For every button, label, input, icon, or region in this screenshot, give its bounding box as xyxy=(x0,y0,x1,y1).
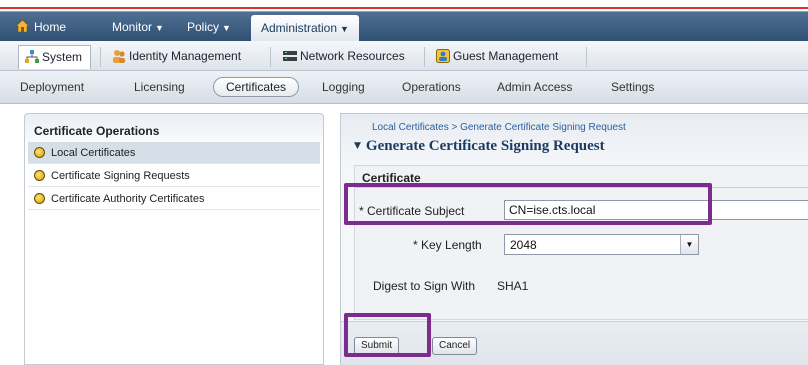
collapse-triangle-icon: ▼ xyxy=(354,141,361,151)
panel-title: Certificate Operations xyxy=(34,124,160,138)
highlight-box-subject xyxy=(344,183,712,225)
tab-licensing[interactable]: Licensing xyxy=(134,80,185,94)
highlight-box-submit xyxy=(344,313,431,357)
digest-value: SHA1 xyxy=(497,279,529,293)
tab-network-resources-label: Network Resources xyxy=(300,49,405,63)
top-nav-bar: Home Monitor ▼ Policy ▼ Administration ▼ xyxy=(0,11,808,42)
certificate-icon xyxy=(34,193,45,204)
tab-admin-access[interactable]: Admin Access xyxy=(497,80,572,94)
tab-identity-management-label: Identity Management xyxy=(129,49,242,63)
tab-system[interactable]: System xyxy=(18,45,92,69)
digest-label: Digest to Sign With xyxy=(373,279,476,293)
tab-network-resources[interactable]: Network Resources xyxy=(277,45,413,69)
cancel-button[interactable]: Cancel xyxy=(432,337,478,355)
top-accent-rule xyxy=(0,0,808,9)
key-length-select[interactable]: 2048 ▼ xyxy=(504,234,699,255)
certificate-icon xyxy=(34,147,45,158)
certificate-icon xyxy=(34,170,45,181)
chevron-down-icon: ▼ xyxy=(222,23,231,33)
sidebar-item-certificate-authority-certificates[interactable]: Certificate Authority Certificates xyxy=(28,188,320,210)
key-length-label: * Key Length xyxy=(413,238,482,252)
key-length-value: 2048 xyxy=(510,238,537,252)
page-title[interactable]: ▼ Generate Certificate Signing Request xyxy=(354,138,605,155)
nav-home[interactable]: Home xyxy=(15,12,67,42)
tab-certificates[interactable]: Certificates xyxy=(213,77,300,97)
sidebar-item-label: Certificate Authority Certificates xyxy=(51,193,205,205)
nav-administration[interactable]: Administration ▼ xyxy=(251,15,359,42)
breadcrumb[interactable]: Local Certificates > Generate Certificat… xyxy=(372,122,626,133)
guest-icon xyxy=(436,48,450,63)
chevron-down-icon: ▼ xyxy=(340,24,349,34)
certificate-operations-panel: Certificate Operations Local Certificate… xyxy=(24,113,324,365)
network-icon xyxy=(283,48,297,62)
identity-icon xyxy=(112,48,126,63)
tab-deployment[interactable]: Deployment xyxy=(20,80,84,94)
tab-divider xyxy=(270,47,271,67)
admin-tabs-bar: System Identity Management Network Resou… xyxy=(0,41,808,71)
tab-settings[interactable]: Settings xyxy=(611,80,654,94)
chevron-down-icon: ▼ xyxy=(155,23,164,33)
nav-monitor-label: Monitor xyxy=(112,20,153,34)
nav-administration-label: Administration xyxy=(261,21,338,35)
home-icon xyxy=(15,13,30,33)
nav-home-label: Home xyxy=(34,20,67,34)
tab-identity-management[interactable]: Identity Management xyxy=(106,45,249,69)
sidebar-item-label: Certificate Signing Requests xyxy=(51,170,190,182)
chevron-down-icon: ▼ xyxy=(680,235,698,254)
page-title-text: Generate Certificate Signing Request xyxy=(365,138,605,154)
system-tabs-bar: Deployment Licensing Certificates Loggin… xyxy=(0,71,808,104)
sidebar-item-label: Local Certificates xyxy=(51,147,136,159)
sidebar-item-certificate-signing-requests[interactable]: Certificate Signing Requests xyxy=(28,165,320,187)
tab-operations[interactable]: Operations xyxy=(402,80,461,94)
nav-policy[interactable]: Policy ▼ xyxy=(187,12,231,42)
tab-guest-management-label: Guest Management xyxy=(453,49,559,63)
nav-monitor[interactable]: Monitor ▼ xyxy=(112,12,164,42)
tab-guest-management[interactable]: Guest Management xyxy=(430,45,566,69)
tab-system-label: System xyxy=(42,50,83,64)
tab-logging[interactable]: Logging xyxy=(322,80,365,94)
tab-divider xyxy=(100,47,101,67)
system-icon xyxy=(25,49,39,63)
tab-divider xyxy=(424,47,425,67)
sidebar-item-local-certificates[interactable]: Local Certificates xyxy=(28,142,320,164)
nav-policy-label: Policy xyxy=(187,20,220,34)
tab-divider xyxy=(586,47,587,67)
